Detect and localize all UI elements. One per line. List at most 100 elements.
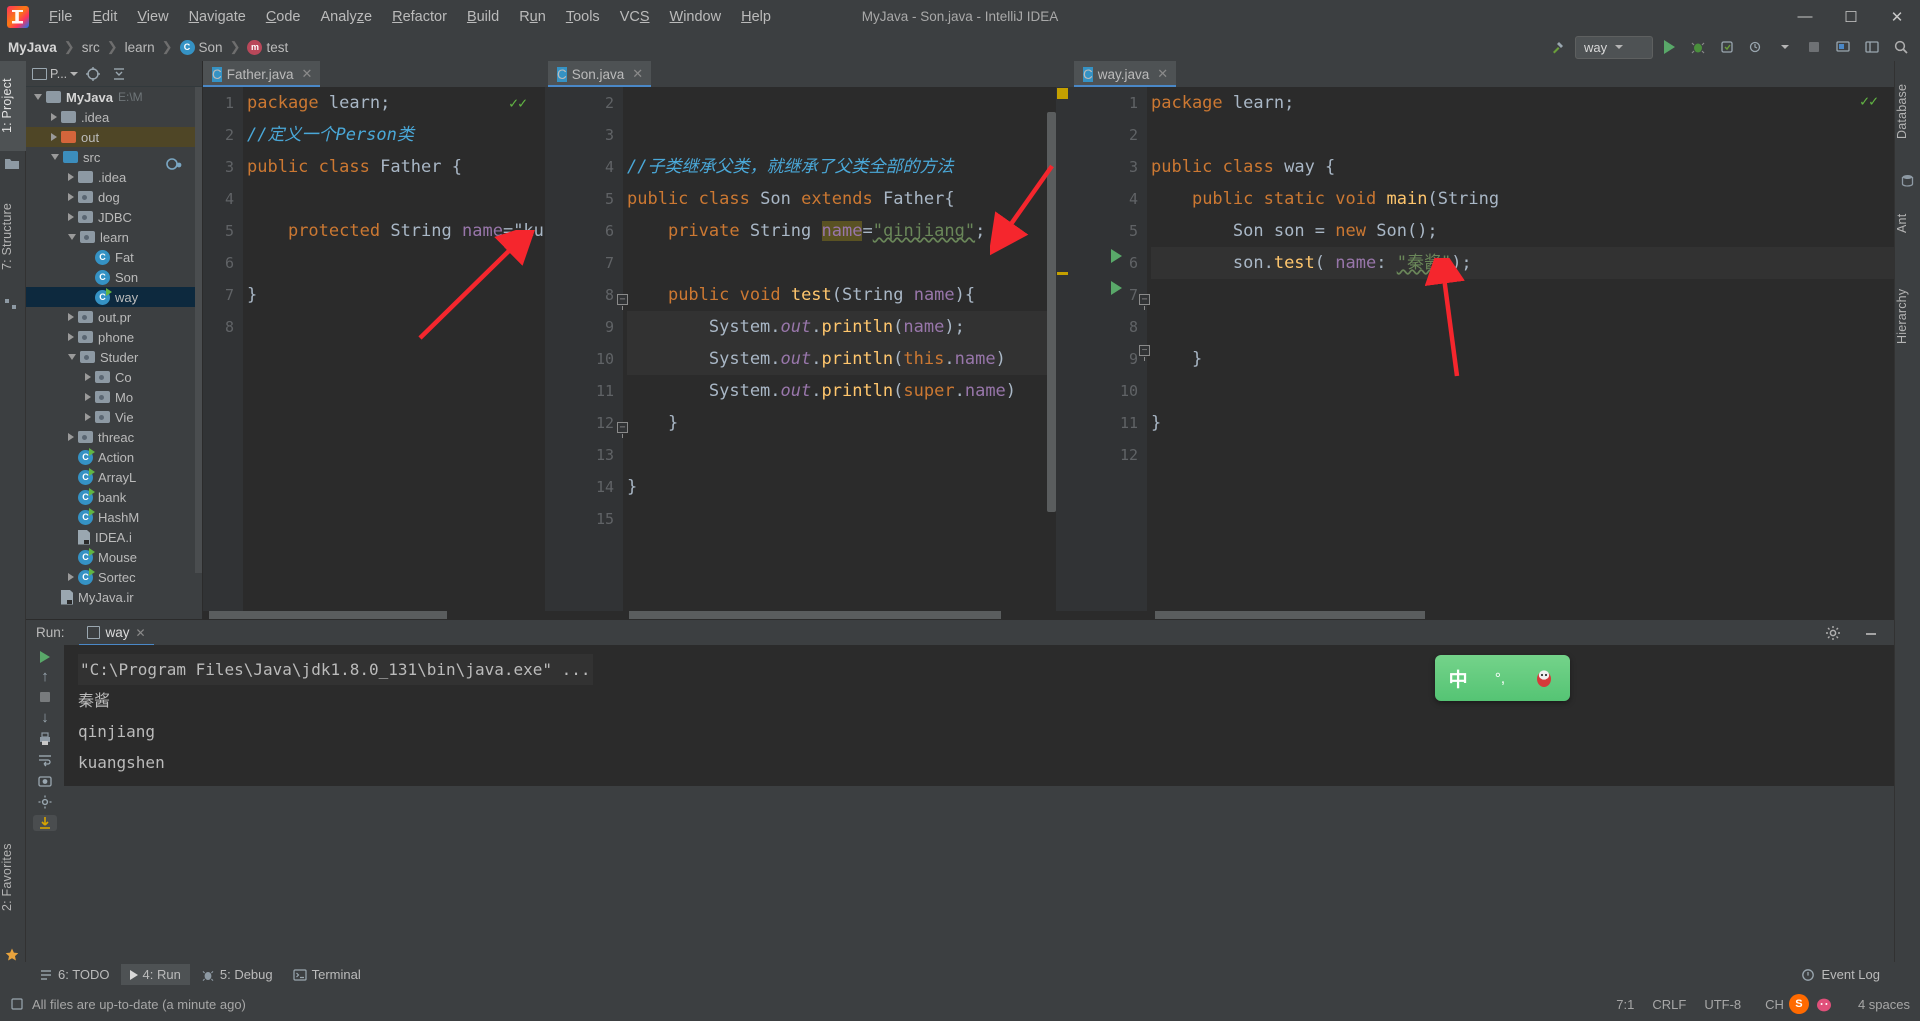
code-line[interactable]: Son son = new Son(); — [1151, 215, 1894, 247]
sidebar-item-hierarchy[interactable]: Hierarchy — [1895, 261, 1920, 371]
tree-item--idea[interactable]: .idea — [26, 107, 202, 127]
tree-item-phone[interactable]: phone — [26, 327, 202, 347]
code-line[interactable]: public class way { — [1151, 151, 1894, 183]
breadcrumb-learn[interactable]: learn — [125, 40, 155, 55]
editor-hscrollbar-father[interactable] — [203, 611, 545, 619]
chevron-right-icon[interactable] — [85, 393, 91, 401]
stop-icon[interactable] — [34, 690, 56, 704]
code-line[interactable] — [627, 87, 1069, 119]
code-line[interactable]: //定义一个Person类 — [247, 119, 545, 151]
fold-marker-icon[interactable]: − — [1139, 294, 1150, 310]
editor-vscrollbar-son[interactable] — [1047, 112, 1056, 512]
menu-tools[interactable]: Tools — [556, 3, 610, 31]
sidebar-item-structure[interactable]: 7: Structure — [0, 181, 26, 291]
tree-item-out[interactable]: out — [26, 127, 202, 147]
code-line[interactable] — [627, 503, 1069, 535]
code-line[interactable]: public static void main(String — [1151, 183, 1894, 215]
up-arrow-icon[interactable]: ↑ — [34, 668, 56, 685]
coverage-icon[interactable] — [1714, 35, 1740, 59]
close-button[interactable]: ✕ — [1874, 0, 1920, 33]
chevron-right-icon[interactable] — [85, 373, 91, 381]
run-icon[interactable] — [1656, 35, 1682, 59]
code-line[interactable]: public void test(String name){ — [627, 279, 1069, 311]
crosshair-icon[interactable] — [82, 64, 104, 84]
project-view-selector[interactable]: P... — [32, 67, 79, 81]
chevron-right-icon[interactable] — [68, 313, 74, 321]
chevron-right-icon[interactable] — [68, 173, 74, 181]
tree-item-hashm[interactable]: C HashM — [26, 507, 202, 527]
chevron-right-icon[interactable] — [68, 193, 74, 201]
soft-wrap-icon[interactable] — [34, 752, 56, 768]
tree-item-learn[interactable]: learn — [26, 227, 202, 247]
collapse-all-icon[interactable] — [108, 64, 130, 84]
editor-way-java[interactable]: 1 2 3 4 5 6 7 8 9 10 11 12 package learn; public cl… — [1069, 87, 1894, 619]
tree-item-out-pr[interactable]: out.pr — [26, 307, 202, 327]
menu-vcs[interactable]: VCS — [610, 3, 660, 31]
code-line[interactable] — [247, 247, 545, 279]
code-line[interactable]: } — [247, 279, 545, 311]
breadcrumb-myjava[interactable]: MyJava — [8, 40, 57, 55]
run-console-output[interactable]: "C:\Program Files\Java\jdk1.8.0_131\bin\… — [64, 645, 1894, 786]
minimize-button[interactable]: — — [1782, 0, 1828, 33]
tab-son-java[interactable]: C Son.java ✕ — [548, 61, 652, 87]
hammer-icon[interactable] — [1546, 35, 1572, 59]
menu-window[interactable]: Window — [660, 3, 732, 31]
tree-item-studer[interactable]: Studer — [26, 347, 202, 367]
menu-file[interactable]: File — [39, 3, 82, 31]
menu-view[interactable]: View — [127, 3, 178, 31]
chevron-down-icon[interactable] — [51, 154, 59, 160]
menu-code[interactable]: Code — [256, 3, 311, 31]
code-line[interactable]: package learn; — [1151, 87, 1894, 119]
ime-punct-label[interactable]: °, — [1495, 670, 1505, 687]
caret-position[interactable]: 7:1 — [1616, 997, 1634, 1012]
chevron-down-icon[interactable] — [34, 94, 42, 100]
code-line[interactable]: } — [627, 407, 1069, 439]
close-icon[interactable]: ✕ — [632, 66, 643, 82]
code-line[interactable]: public class Son extends Father{ — [627, 183, 1069, 215]
code-line[interactable]: } — [1151, 343, 1894, 375]
chevron-down-icon[interactable] — [1772, 35, 1798, 59]
tree-item-threac[interactable]: threac — [26, 427, 202, 447]
folder-icon[interactable] — [4, 157, 22, 175]
tree-item-myjava[interactable]: MyJava E:\M — [26, 87, 202, 107]
menu-edit[interactable]: Edit — [82, 3, 127, 31]
profile-icon[interactable] — [1743, 35, 1769, 59]
sidebar-item-ant[interactable]: Ant — [1895, 199, 1920, 247]
stop-icon[interactable] — [1801, 35, 1827, 59]
class-gutter-marker-icon[interactable] — [163, 152, 187, 176]
code-line[interactable]: } — [627, 471, 1069, 503]
code-line[interactable]: package learn; — [247, 87, 545, 119]
down-arrow-icon[interactable]: ↓ — [34, 709, 56, 726]
tree-item-action[interactable]: C Action — [26, 447, 202, 467]
code-line[interactable] — [627, 119, 1069, 151]
code-line[interactable]: System.out.println(super.name) — [627, 375, 1069, 407]
tab-father-java[interactable]: C Father.java ✕ — [203, 61, 321, 87]
ime-mode-label[interactable]: 中 — [1449, 665, 1468, 692]
chevron-right-icon[interactable] — [51, 133, 57, 141]
close-icon[interactable]: ✕ — [302, 66, 313, 82]
project-scrollbar[interactable] — [195, 87, 202, 573]
menu-help[interactable]: Help — [731, 3, 781, 31]
bottom-tab-todo[interactable]: 6: TODO — [30, 964, 119, 985]
code-line[interactable] — [1151, 375, 1894, 407]
run-tab-way[interactable]: way ✕ — [78, 620, 154, 646]
editor-son-java[interactable]: 2 3 4 5 6 7 8 9 10 11 12 13 14 15 //子类继承父类，就继承了父类全部的方… — [545, 87, 1069, 619]
code-line[interactable] — [1151, 311, 1894, 343]
tree-item-arrayl[interactable]: C ArrayL — [26, 467, 202, 487]
line-separator[interactable]: CRLF — [1652, 997, 1686, 1012]
code-line[interactable]: System.out.println(name); — [627, 311, 1069, 343]
event-log-button[interactable]: Event Log — [1801, 962, 1880, 987]
sidebar-item-database[interactable]: Database — [1895, 63, 1920, 159]
chevron-right-icon[interactable] — [51, 113, 57, 121]
tree-item-idea-i[interactable]: IDEA.i — [26, 527, 202, 547]
chevron-down-icon[interactable] — [68, 234, 76, 240]
run-method-gutter-icon[interactable] — [1111, 281, 1122, 295]
settings-icon[interactable] — [34, 794, 56, 810]
fold-marker-icon-way-9[interactable]: − — [1139, 345, 1150, 361]
bottom-tab-terminal[interactable]: Terminal — [284, 964, 370, 985]
code-line[interactable] — [627, 247, 1069, 279]
code-line[interactable]: son.test( name: "秦酱"); — [1151, 247, 1894, 279]
tab-way-java[interactable]: C way.java ✕ — [1074, 61, 1177, 87]
close-icon[interactable]: ✕ — [1157, 66, 1168, 82]
camera-icon[interactable] — [34, 773, 56, 789]
